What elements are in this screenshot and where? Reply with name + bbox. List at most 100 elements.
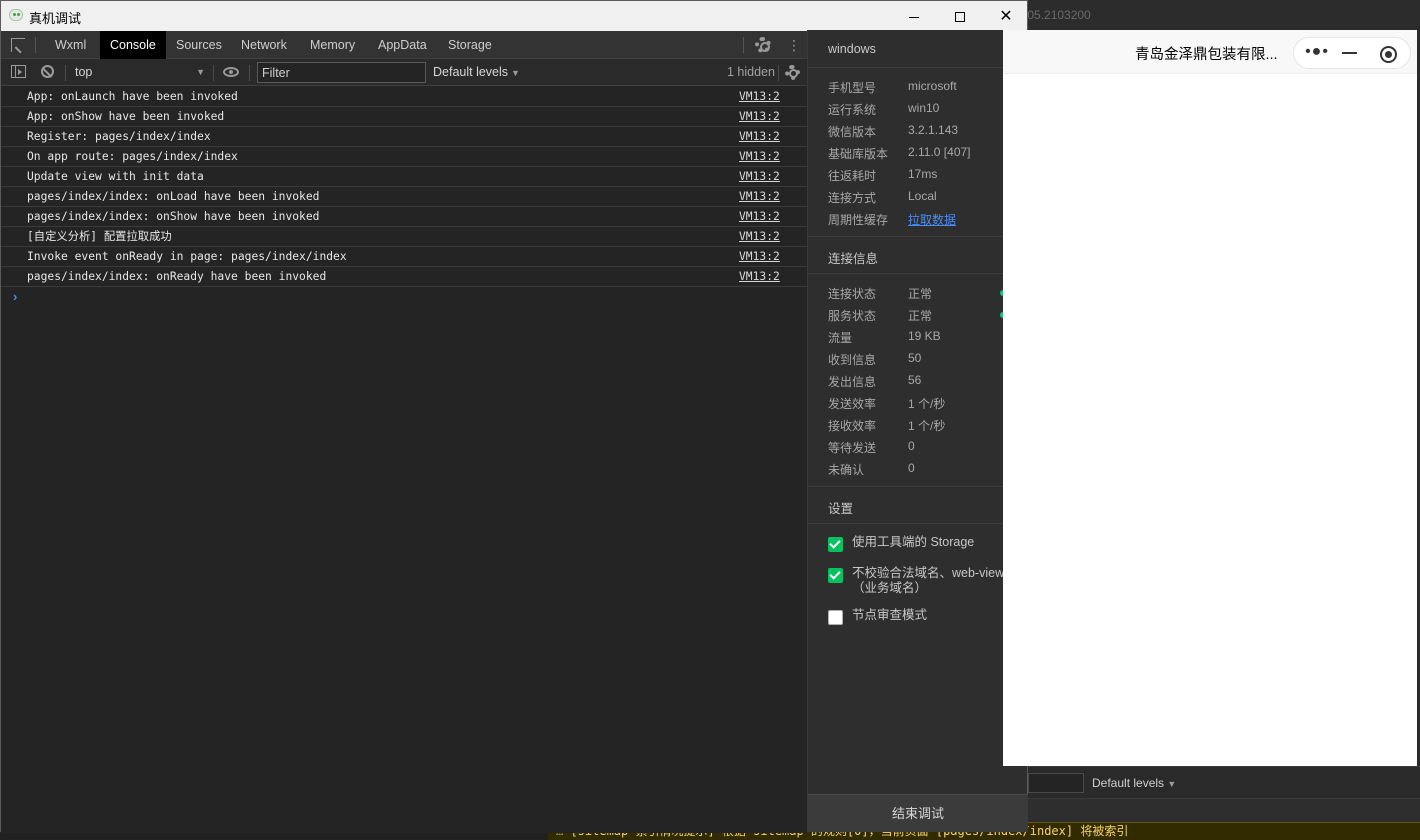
exit-target-icon[interactable]: [1380, 46, 1397, 63]
more-dots-icon[interactable]: •●•: [1294, 38, 1340, 68]
section-divider: [808, 486, 1028, 487]
info-key: 发送效率: [828, 397, 877, 411]
console-prompt[interactable]: ›: [1, 287, 807, 307]
devtools-tab-bar: Wxml Console Sources Network Memory AppD…: [1, 31, 807, 59]
tab-appdata[interactable]: AppData: [368, 31, 437, 59]
clear-console-icon[interactable]: [41, 65, 54, 78]
info-key: 微信版本: [828, 125, 877, 139]
log-source-link[interactable]: VM13:2: [739, 127, 780, 146]
log-row: pages/index/index: onReady have been inv…: [1, 267, 807, 287]
menu-capsule: •●•: [1293, 37, 1411, 69]
tab-network[interactable]: Network: [231, 31, 297, 59]
tab-storage[interactable]: Storage: [438, 31, 502, 59]
info-key: 未确认: [828, 463, 865, 477]
setting-label: 节点审查模式: [852, 608, 928, 622]
log-source-link[interactable]: VM13:2: [739, 167, 780, 186]
info-value: 0: [908, 461, 915, 475]
info-value: 正常: [908, 287, 933, 301]
more-options-icon[interactable]: ⋮: [787, 37, 801, 53]
info-key: 等待发送: [828, 441, 877, 455]
settings-gear-icon[interactable]: [755, 37, 771, 53]
show-sidebar-icon[interactable]: [11, 65, 26, 78]
log-source-link[interactable]: VM13:2: [739, 187, 780, 206]
log-message: pages/index/index: onLoad have been invo…: [27, 190, 320, 203]
window-title-bar: 真机调试 ✕: [1, 1, 1027, 31]
log-source-link[interactable]: VM13:2: [739, 207, 780, 226]
context-selector[interactable]: top ▼: [71, 62, 207, 82]
remote-device-info-panel: windows 手机型号 microsoft 运行系统 win10 微信版本 3.2.…: [807, 30, 1028, 832]
fetch-data-link[interactable]: 拉取数据: [908, 211, 956, 228]
toolbar-separator: [778, 65, 779, 81]
info-value: microsoft: [908, 79, 957, 93]
background-levels-label: Default levels: [1092, 776, 1165, 790]
log-row: pages/index/index: onLoad have been invo…: [1, 187, 807, 207]
info-value: 0: [908, 439, 915, 453]
connection-info-title: 连接信息: [828, 252, 879, 266]
info-value: 正常: [908, 309, 933, 323]
tab-memory[interactable]: Memory: [300, 31, 365, 59]
info-key: 周期性缓存: [828, 213, 889, 227]
background-filter-input[interactable]: [1028, 773, 1084, 793]
device-platform-title: windows: [828, 42, 876, 56]
info-value: win10: [908, 101, 940, 115]
background-console-strip: [1028, 798, 1420, 822]
page-title: 青岛金泽鼎包装有限...: [1135, 47, 1278, 63]
log-message: pages/index/index: onShow have been invo…: [27, 210, 320, 223]
minimize-icon[interactable]: [1342, 52, 1357, 54]
prompt-chevron-icon: ›: [13, 289, 18, 304]
window-title: 真机调试: [29, 11, 82, 26]
info-value: 56: [908, 373, 922, 387]
chevron-down-icon: ▼: [196, 67, 205, 77]
log-message: App: onLaunch have been invoked: [27, 90, 238, 103]
close-button[interactable]: ✕: [983, 1, 1029, 31]
info-value: 1 个/秒: [908, 419, 946, 433]
log-levels-dropdown[interactable]: Default levels ▼: [433, 59, 520, 86]
section-divider: [808, 67, 1028, 68]
devtools-panel: Wxml Console Sources Network Memory AppD…: [1, 31, 807, 833]
log-levels-label: Default levels: [433, 65, 509, 79]
mini-program-simulator: 青岛金泽鼎包装有限... •●•: [1003, 30, 1417, 766]
info-key: 连接方式: [828, 191, 877, 205]
log-row: Update view with init data VM13:2: [1, 167, 807, 187]
hidden-messages-count: 1 hidden: [727, 65, 775, 79]
log-row: App: onShow have been invoked VM13:2: [1, 107, 807, 127]
log-source-link[interactable]: VM13:2: [739, 147, 780, 166]
live-expression-eye-icon[interactable]: [223, 67, 239, 77]
log-row: App: onLaunch have been invoked VM13:2: [1, 87, 807, 107]
log-source-link[interactable]: VM13:2: [739, 87, 780, 106]
toolbar-separator: [249, 65, 250, 81]
info-value: 2.11.0 [407]: [908, 145, 971, 159]
checkbox-checked[interactable]: [828, 568, 843, 583]
maximize-icon: [955, 12, 965, 23]
maximize-button[interactable]: [937, 1, 983, 31]
console-toolbar: top ▼ Default levels▼ 1 hidden: [1, 59, 807, 86]
checkbox-unchecked[interactable]: [828, 610, 843, 625]
end-debug-button[interactable]: 结束调试: [808, 794, 1028, 832]
tab-wxml[interactable]: Wxml: [45, 31, 96, 59]
element-inspect-icon[interactable]: [11, 38, 25, 52]
section-divider: [808, 523, 1028, 524]
info-value: Local: [908, 189, 937, 203]
console-output[interactable]: App: onLaunch have been invoked VM13:2 Ap…: [1, 87, 807, 833]
tab-sources[interactable]: Sources: [166, 31, 232, 59]
filter-input[interactable]: [257, 62, 426, 83]
log-row: pages/index/index: onShow have been invo…: [1, 207, 807, 227]
log-source-link[interactable]: VM13:2: [739, 227, 780, 246]
info-key: 连接状态: [828, 287, 877, 301]
checkbox-checked[interactable]: [828, 537, 843, 552]
settings-title: 设置: [828, 502, 854, 516]
log-source-link[interactable]: VM13:2: [739, 107, 780, 126]
console-settings-gear-icon[interactable]: [785, 65, 800, 80]
simulator-nav-bar: 青岛金泽鼎包装有限... •●•: [1003, 30, 1417, 74]
tab-console[interactable]: Console: [100, 31, 166, 59]
log-source-link[interactable]: VM13:2: [739, 247, 780, 266]
log-message: pages/index/index: onReady have been inv…: [27, 270, 327, 283]
log-message: Update view with init data: [27, 170, 204, 183]
log-source-link[interactable]: VM13:2: [739, 267, 780, 286]
minimize-button[interactable]: [891, 1, 937, 31]
background-levels-dropdown[interactable]: Default levels ▼: [1092, 776, 1176, 790]
info-value: 17ms: [908, 167, 938, 181]
background-levels-arrow-icon: ▼: [1167, 779, 1177, 789]
info-key: 基础库版本: [828, 147, 889, 161]
wechat-devtools-icon: [9, 9, 23, 21]
